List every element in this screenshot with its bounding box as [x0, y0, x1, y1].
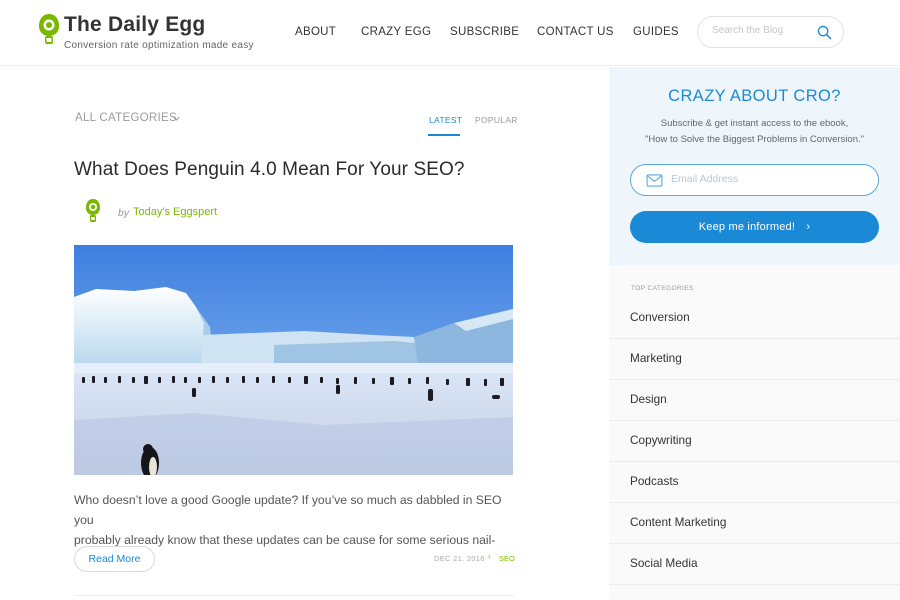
chevron-down-icon[interactable] [172, 114, 181, 123]
category-podcasts[interactable]: Podcasts [609, 462, 900, 503]
category-design[interactable]: Design [609, 380, 900, 421]
keep-me-informed-button[interactable]: Keep me informed! › [630, 211, 879, 243]
search-box[interactable] [697, 16, 844, 48]
post-divider [74, 595, 514, 596]
active-tab-underline [428, 134, 460, 136]
tab-latest[interactable]: LATEST [429, 115, 462, 125]
email-input[interactable] [671, 173, 861, 185]
chevron-right-icon: › [806, 221, 811, 233]
penguins-image [74, 245, 513, 475]
keep-me-informed-label: Keep me informed! [698, 221, 796, 233]
category-marketing[interactable]: Marketing [609, 339, 900, 380]
author-avatar [86, 199, 100, 222]
site-tagline: Conversion rate optimization made easy [64, 40, 254, 51]
site-header: The Daily Egg Conversion rate optimizati… [0, 0, 900, 66]
site-title[interactable]: The Daily Egg [64, 13, 205, 37]
newsletter-line-1: Subscribe & get instant access to the eb… [660, 118, 849, 129]
category-label: Social Media [630, 556, 698, 570]
category-label: Content Marketing [630, 515, 727, 529]
nav-guides[interactable]: GUIDES [633, 26, 679, 38]
nav-contact-us[interactable]: CONTACT US [537, 26, 614, 38]
nav-subscribe[interactable]: SUBSCRIBE [450, 26, 519, 38]
nav-crazy-egg[interactable]: CRAZY EGG [361, 26, 431, 38]
tab-popular[interactable]: POPULAR [475, 115, 518, 125]
category-social-media[interactable]: Social Media [609, 544, 900, 585]
search-icon[interactable] [817, 25, 832, 40]
author-link[interactable]: Today's Eggspert [133, 206, 217, 218]
category-label: Podcasts [630, 474, 679, 488]
post-tag-seo[interactable]: SEO [499, 554, 515, 563]
nav-about[interactable]: ABOUT [295, 26, 336, 38]
read-more-button[interactable]: Read More [74, 546, 155, 572]
excerpt-line-1: Who doesn’t love a good Google update? I… [74, 493, 502, 527]
category-copywriting[interactable]: Copywriting [609, 421, 900, 462]
top-categories-heading: TOP CATEGORIES [631, 285, 694, 292]
author-by-label: by [118, 207, 130, 219]
category-content-marketing[interactable]: Content Marketing [609, 503, 900, 544]
post-featured-image[interactable] [74, 245, 513, 475]
category-label: Design [630, 392, 667, 406]
meta-separator: › [488, 552, 491, 561]
mail-icon [646, 174, 663, 187]
category-conversion[interactable]: Conversion [609, 298, 900, 339]
post-date: DEC 21, 2016 [434, 554, 485, 563]
egg-logo-icon[interactable] [38, 13, 60, 49]
category-label: Conversion [630, 310, 690, 324]
newsletter-title: CRAZY ABOUT CRO? [668, 87, 841, 105]
category-label: Marketing [630, 351, 682, 365]
search-input[interactable] [712, 25, 812, 36]
newsletter-line-2: "How to Solve the Biggest Problems in Co… [644, 134, 864, 145]
email-field[interactable] [630, 164, 879, 196]
post-title[interactable]: What Does Penguin 4.0 Mean For Your SEO? [74, 159, 465, 181]
category-label: Copywriting [630, 433, 692, 447]
newsletter-description: Subscribe & get instant access to the eb… [609, 116, 900, 148]
category-dropdown[interactable]: ALL CATEGORIES [75, 112, 177, 124]
